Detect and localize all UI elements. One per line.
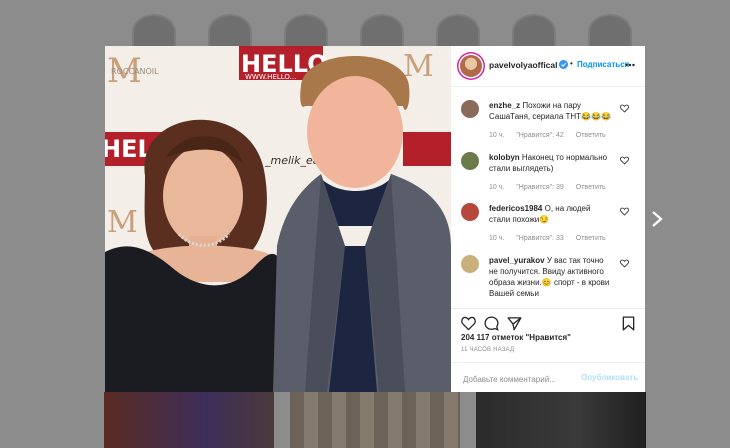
background-post-grid	[0, 392, 730, 448]
post-sidebar: pavelvolyaoffical • Подписаться enzhe_z …	[451, 46, 645, 392]
story-highlight[interactable]	[588, 14, 632, 50]
story-highlight[interactable]	[284, 14, 328, 50]
more-dots-icon[interactable]	[625, 63, 635, 67]
story-highlight[interactable]	[132, 14, 176, 50]
press-wall-tagline: WWW.HELLO...	[245, 73, 296, 81]
comment-username[interactable]: federicos1984	[489, 204, 542, 213]
post-photo[interactable]: HELLO WWW.HELLO... HELLO M ROCCANOIL M M…	[105, 46, 451, 392]
likes-count[interactable]: 204 117 отметок "Нравится"	[461, 333, 571, 342]
comment-username[interactable]: enzhe_z	[489, 101, 520, 110]
comment-meta: 10 ч. "Нравится": 39 Ответить	[489, 184, 616, 191]
verified-icon	[559, 60, 568, 69]
comment-username[interactable]: pavel_yurakov	[489, 256, 545, 265]
comment-meta: 10 ч. "Нравится": 33 Ответить	[489, 235, 616, 242]
comment-text: enzhe_z Похожи на пару СашаТаня, сериала…	[489, 100, 613, 122]
grid-post-thumbnail[interactable]	[104, 392, 274, 448]
reply-button[interactable]: Ответить	[576, 132, 606, 139]
press-wall-brand-text: ROCCANOIL	[111, 67, 159, 76]
story-highlight[interactable]	[512, 14, 556, 50]
heart-icon[interactable]	[620, 207, 629, 216]
comments-list: enzhe_z Похожи на пару СашаТаня, сериала…	[451, 87, 645, 305]
photo-watermark: _melik_ea	[264, 154, 320, 167]
follow-button[interactable]: Подписаться	[577, 60, 629, 69]
comment-text: kolobyn Наконец то нормально стали выгля…	[489, 152, 613, 174]
story-highlight[interactable]	[436, 14, 480, 50]
comment-text: federicos1984 О, на людей стали похожи😏	[489, 203, 613, 225]
avatar[interactable]	[460, 55, 482, 77]
bookmark-icon[interactable]	[621, 316, 636, 331]
grid-post-thumbnail[interactable]	[290, 392, 460, 448]
reply-button[interactable]: Ответить	[576, 184, 606, 191]
heart-icon[interactable]	[620, 259, 629, 268]
share-icon[interactable]	[507, 316, 522, 331]
heart-icon[interactable]	[461, 316, 476, 331]
avatar[interactable]	[461, 255, 479, 273]
avatar[interactable]	[461, 100, 479, 118]
avatar[interactable]	[461, 203, 479, 221]
reply-button[interactable]: Ответить	[576, 235, 606, 242]
comment-likes[interactable]: "Нравится": 33	[516, 235, 564, 242]
author-username[interactable]: pavelvolyaoffical	[489, 60, 558, 70]
story-highlight[interactable]	[360, 14, 404, 50]
heart-icon[interactable]	[620, 104, 629, 113]
svg-text:M: M	[107, 205, 138, 240]
post-image: HELLO WWW.HELLO... HELLO M ROCCANOIL M M…	[105, 46, 451, 392]
comment-input[interactable]	[461, 371, 585, 387]
separator-dot: •	[570, 59, 573, 68]
grid-post-thumbnail[interactable]	[476, 392, 646, 448]
comment-time: 10 ч.	[489, 132, 505, 139]
post-header: pavelvolyaoffical • Подписаться	[451, 46, 645, 87]
comment-time: 10 ч.	[489, 184, 505, 191]
post-modal: HELLO WWW.HELLO... HELLO M ROCCANOIL M M…	[105, 46, 645, 392]
comment-meta: 10 ч. "Нравится": 42 Ответить	[489, 132, 616, 139]
comment-icon[interactable]	[484, 316, 499, 331]
comment-username[interactable]: kolobyn	[489, 153, 520, 162]
post-actions	[451, 308, 645, 331]
add-comment-bar: Опубликовать	[451, 362, 645, 393]
comment-likes[interactable]: "Нравится": 42	[516, 132, 564, 139]
story-highlight[interactable]	[208, 14, 252, 50]
chevron-right-icon[interactable]	[650, 210, 664, 228]
comment-likes[interactable]: "Нравится": 39	[516, 184, 564, 191]
background-stories	[0, 14, 730, 50]
svg-text:M: M	[403, 49, 434, 84]
publish-button[interactable]: Опубликовать	[581, 373, 638, 382]
comment-time: 10 ч.	[489, 235, 505, 242]
avatar[interactable]	[461, 152, 479, 170]
comment-text: pavel_yurakov У вас так точно не получит…	[489, 255, 613, 299]
heart-icon[interactable]	[620, 156, 629, 165]
post-timestamp[interactable]: 11 ЧАСОВ НАЗАД	[461, 347, 514, 353]
